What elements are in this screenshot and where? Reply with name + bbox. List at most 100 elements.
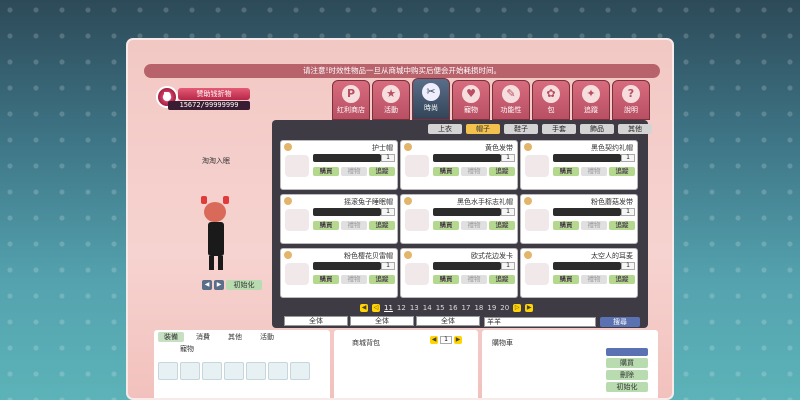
item-card[interactable]: 护士帽 1 購買 禮物 追蹤 xyxy=(280,140,398,190)
item-thumbnail xyxy=(285,263,309,285)
search-button[interactable]: 搜尋 xyxy=(600,317,640,327)
cart-delete-button[interactable]: 刪除 xyxy=(606,370,648,380)
item-bar xyxy=(313,262,381,270)
character-head xyxy=(204,202,226,222)
track-button[interactable]: 追蹤 xyxy=(609,221,635,230)
track-button[interactable]: 追蹤 xyxy=(609,275,635,284)
item-price: 1 xyxy=(501,154,515,162)
page-number[interactable]: 16 xyxy=(449,304,458,312)
track-button[interactable]: 追蹤 xyxy=(489,275,515,284)
page-number[interactable]: 13 xyxy=(410,304,419,312)
item-thumbnail xyxy=(405,155,429,177)
filter-select-2[interactable]: 全体 xyxy=(350,316,414,326)
buy-button[interactable]: 購買 xyxy=(553,221,579,230)
item-actions: 購買 禮物 追蹤 xyxy=(313,221,395,230)
gift-item-button[interactable]: 禮物 xyxy=(341,167,367,176)
track-button[interactable]: 追蹤 xyxy=(489,167,515,176)
buy-button[interactable]: 購買 xyxy=(433,221,459,230)
item-actions: 購買 禮物 追蹤 xyxy=(313,167,395,176)
buy-button[interactable]: 購買 xyxy=(313,167,339,176)
buy-button[interactable]: 購買 xyxy=(433,275,459,284)
filter-select-1[interactable]: 全体 xyxy=(284,316,348,326)
page-number[interactable]: 12 xyxy=(397,304,406,312)
filter-select-3[interactable]: 全体 xyxy=(416,316,480,326)
page-number[interactable]: 17 xyxy=(462,304,471,312)
gift-item-button[interactable]: 禮物 xyxy=(461,275,487,284)
subtab-hats[interactable]: 帽子 xyxy=(466,124,500,134)
gift-item-button[interactable]: 禮物 xyxy=(341,221,367,230)
item-card[interactable]: 欧式花边发卡 1 購買 禮物 追蹤 xyxy=(400,248,518,298)
gift-button[interactable]: 赞助钱折物 xyxy=(178,88,250,100)
gift-item-button[interactable]: 禮物 xyxy=(461,167,487,176)
cart-actions: 購買 刪除 初始化 xyxy=(606,348,648,392)
gift-item-button[interactable]: 禮物 xyxy=(581,167,607,176)
tab-label: 時尚 xyxy=(424,104,438,112)
item-price: 1 xyxy=(501,208,515,216)
cart-buy-button[interactable]: 購買 xyxy=(606,358,648,368)
tab-etc[interactable]: 其他 xyxy=(222,332,248,342)
rotate-right-button[interactable]: ▶ xyxy=(214,280,224,290)
last-page-icon[interactable]: ▶ xyxy=(525,304,534,312)
first-page-icon[interactable]: ◀ xyxy=(360,304,368,312)
track-button[interactable]: 追蹤 xyxy=(369,275,395,284)
track-button[interactable]: 追蹤 xyxy=(369,221,395,230)
tab-pets[interactable]: ♥ 寵物 xyxy=(452,80,490,120)
inventory-slot[interactable] xyxy=(268,362,288,380)
tab-label: 活動 xyxy=(384,106,398,114)
tab-fashion[interactable]: ✂ 時尚 xyxy=(412,78,450,120)
prev-icon[interactable]: ◀ xyxy=(430,336,438,344)
track-button[interactable]: 追蹤 xyxy=(489,221,515,230)
buy-button[interactable]: 購買 xyxy=(313,275,339,284)
tab-functional[interactable]: ✎ 功能性 xyxy=(492,80,530,120)
subtab-gloves[interactable]: 手套 xyxy=(542,124,576,134)
character-reset-button[interactable]: 初始化 xyxy=(226,280,262,290)
buy-button[interactable]: 購買 xyxy=(553,167,579,176)
tab-equip[interactable]: 裝備 xyxy=(158,332,184,342)
subtab-other[interactable]: 其他 xyxy=(618,124,652,134)
inventory-slot[interactable] xyxy=(158,362,178,380)
track-button[interactable]: 追蹤 xyxy=(369,167,395,176)
subtab-tops[interactable]: 上衣 xyxy=(428,124,462,134)
inventory-slot[interactable] xyxy=(290,362,310,380)
inventory-slot[interactable] xyxy=(224,362,244,380)
item-card[interactable]: 黑色水手标志礼帽 1 購買 禮物 追蹤 xyxy=(400,194,518,244)
search-input[interactable]: 羊羊 xyxy=(484,317,596,327)
tab-event[interactable]: 活動 xyxy=(254,332,280,342)
item-card[interactable]: 太空人的耳麦 1 購買 禮物 追蹤 xyxy=(520,248,638,298)
buy-button[interactable]: 購買 xyxy=(313,221,339,230)
page-number[interactable]: 14 xyxy=(423,304,432,312)
gift-item-button[interactable]: 禮物 xyxy=(581,275,607,284)
item-card[interactable]: 黑色契约礼帽 1 購買 禮物 追蹤 xyxy=(520,140,638,190)
item-card[interactable]: 摇滚兔子睡眠帽 1 購買 禮物 追蹤 xyxy=(280,194,398,244)
inventory-slot[interactable] xyxy=(180,362,200,380)
buy-button[interactable]: 購買 xyxy=(433,167,459,176)
inventory-slot[interactable] xyxy=(202,362,222,380)
next-icon[interactable]: ▶ xyxy=(454,336,462,344)
page-number[interactable]: 20 xyxy=(500,304,509,312)
cart-reset-button[interactable]: 初始化 xyxy=(606,382,648,392)
rotate-left-button[interactable]: ◀ xyxy=(202,280,212,290)
tab-events[interactable]: ★ 活動 xyxy=(372,80,410,120)
tab-consume[interactable]: 消費 xyxy=(190,332,216,342)
gift-item-button[interactable]: 禮物 xyxy=(341,275,367,284)
tab-tracking[interactable]: ✦ 追蹤 xyxy=(572,80,610,120)
item-card[interactable]: 粉色蘑菇发带 1 購買 禮物 追蹤 xyxy=(520,194,638,244)
track-button[interactable]: 追蹤 xyxy=(609,167,635,176)
prev-page-icon[interactable]: ◁ xyxy=(372,304,380,312)
page-number[interactable]: 18 xyxy=(474,304,483,312)
item-card[interactable]: 黄色发带 1 購買 禮物 追蹤 xyxy=(400,140,518,190)
page-number[interactable]: 19 xyxy=(487,304,496,312)
page-number[interactable]: 11 xyxy=(384,304,393,312)
page-number[interactable]: 15 xyxy=(436,304,445,312)
next-page-icon[interactable]: ▷ xyxy=(513,304,522,312)
tab-help[interactable]: ? 說明 xyxy=(612,80,650,120)
subtab-shoes[interactable]: 鞋子 xyxy=(504,124,538,134)
tab-package[interactable]: ✿ 包 xyxy=(532,80,570,120)
buy-button[interactable]: 購買 xyxy=(553,275,579,284)
subtab-accessories[interactable]: 飾品 xyxy=(580,124,614,134)
item-card[interactable]: 粉色樱花贝雷帽 1 購買 禮物 追蹤 xyxy=(280,248,398,298)
gift-item-button[interactable]: 禮物 xyxy=(581,221,607,230)
gift-item-button[interactable]: 禮物 xyxy=(461,221,487,230)
tab-red-shop[interactable]: P 红利商店 xyxy=(332,80,370,120)
inventory-slot[interactable] xyxy=(246,362,266,380)
